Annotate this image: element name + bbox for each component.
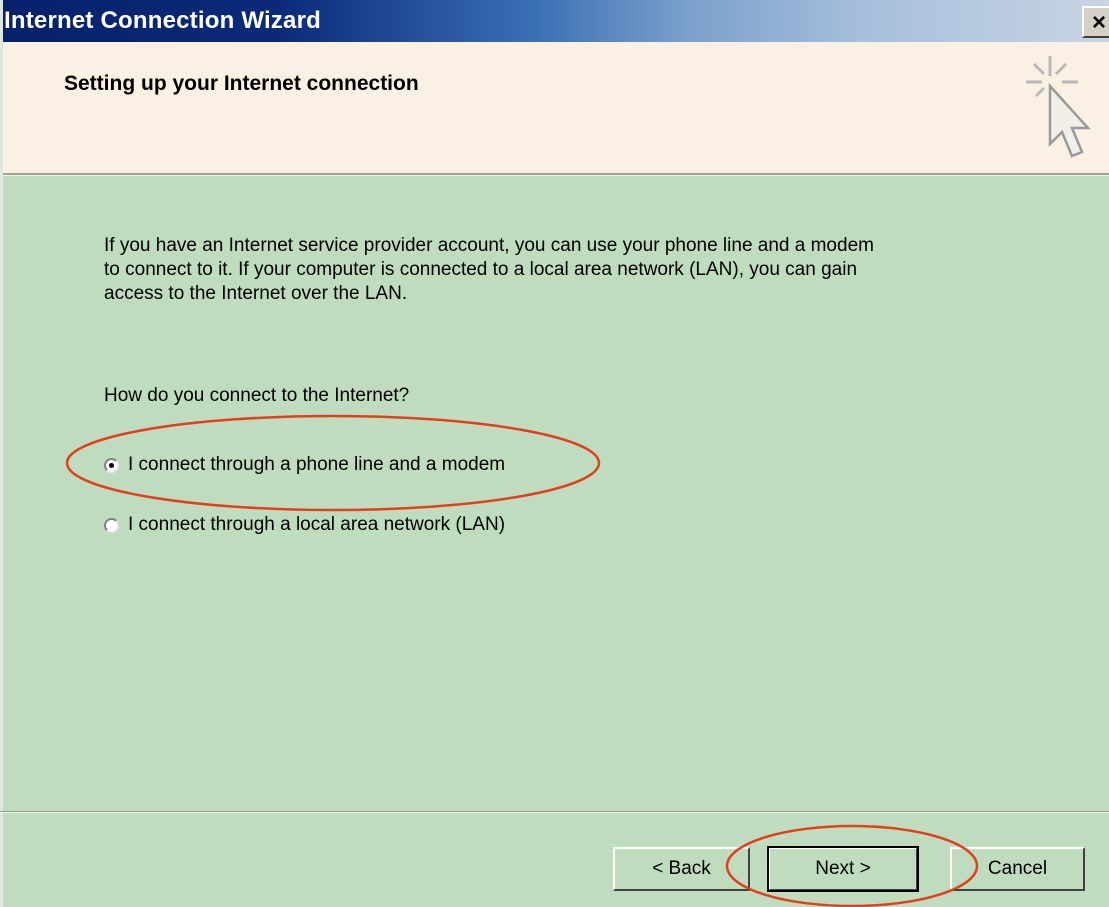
wizard-header: Setting up your Internet connection bbox=[0, 42, 1109, 174]
lan-option[interactable]: I connect through a local area network (… bbox=[104, 513, 505, 537]
wizard-cursor-sparkle-icon bbox=[1026, 56, 1091, 158]
close-icon: × bbox=[1092, 9, 1107, 36]
intro-line-2: to connect to it. If your computer is co… bbox=[104, 259, 858, 280]
close-button[interactable]: × bbox=[1082, 6, 1109, 38]
page-title: Setting up your Internet connection bbox=[64, 72, 419, 95]
intro-line-1: If you have an Internet service provider… bbox=[104, 235, 874, 256]
intro-line-3: access to the Internet over the LAN. bbox=[104, 283, 408, 304]
next-button[interactable]: Next > bbox=[767, 846, 919, 892]
cancel-button[interactable]: Cancel bbox=[950, 847, 1085, 891]
title-bar[interactable]: Internet Connection Wizard × bbox=[0, 0, 1109, 42]
header-divider-highlight bbox=[0, 175, 1109, 176]
wizard-window: Internet Connection Wizard × Setting up … bbox=[0, 0, 1109, 907]
connection-question: How do you connect to the Internet? bbox=[104, 385, 410, 406]
lan-option-label[interactable]: I connect through a local area network (… bbox=[128, 514, 505, 536]
lan-radio[interactable] bbox=[104, 517, 119, 533]
modem-option-label[interactable]: I connect through a phone line and a mod… bbox=[128, 454, 505, 476]
back-button[interactable]: < Back bbox=[613, 847, 750, 891]
modem-option[interactable]: I connect through a phone line and a mod… bbox=[104, 453, 505, 477]
modem-radio[interactable] bbox=[104, 457, 119, 473]
footer-divider-highlight bbox=[0, 812, 1109, 813]
window-left-edge bbox=[0, 0, 3, 907]
intro-paragraph: If you have an Internet service provider… bbox=[104, 234, 1004, 306]
window-title: Internet Connection Wizard bbox=[4, 7, 321, 34]
